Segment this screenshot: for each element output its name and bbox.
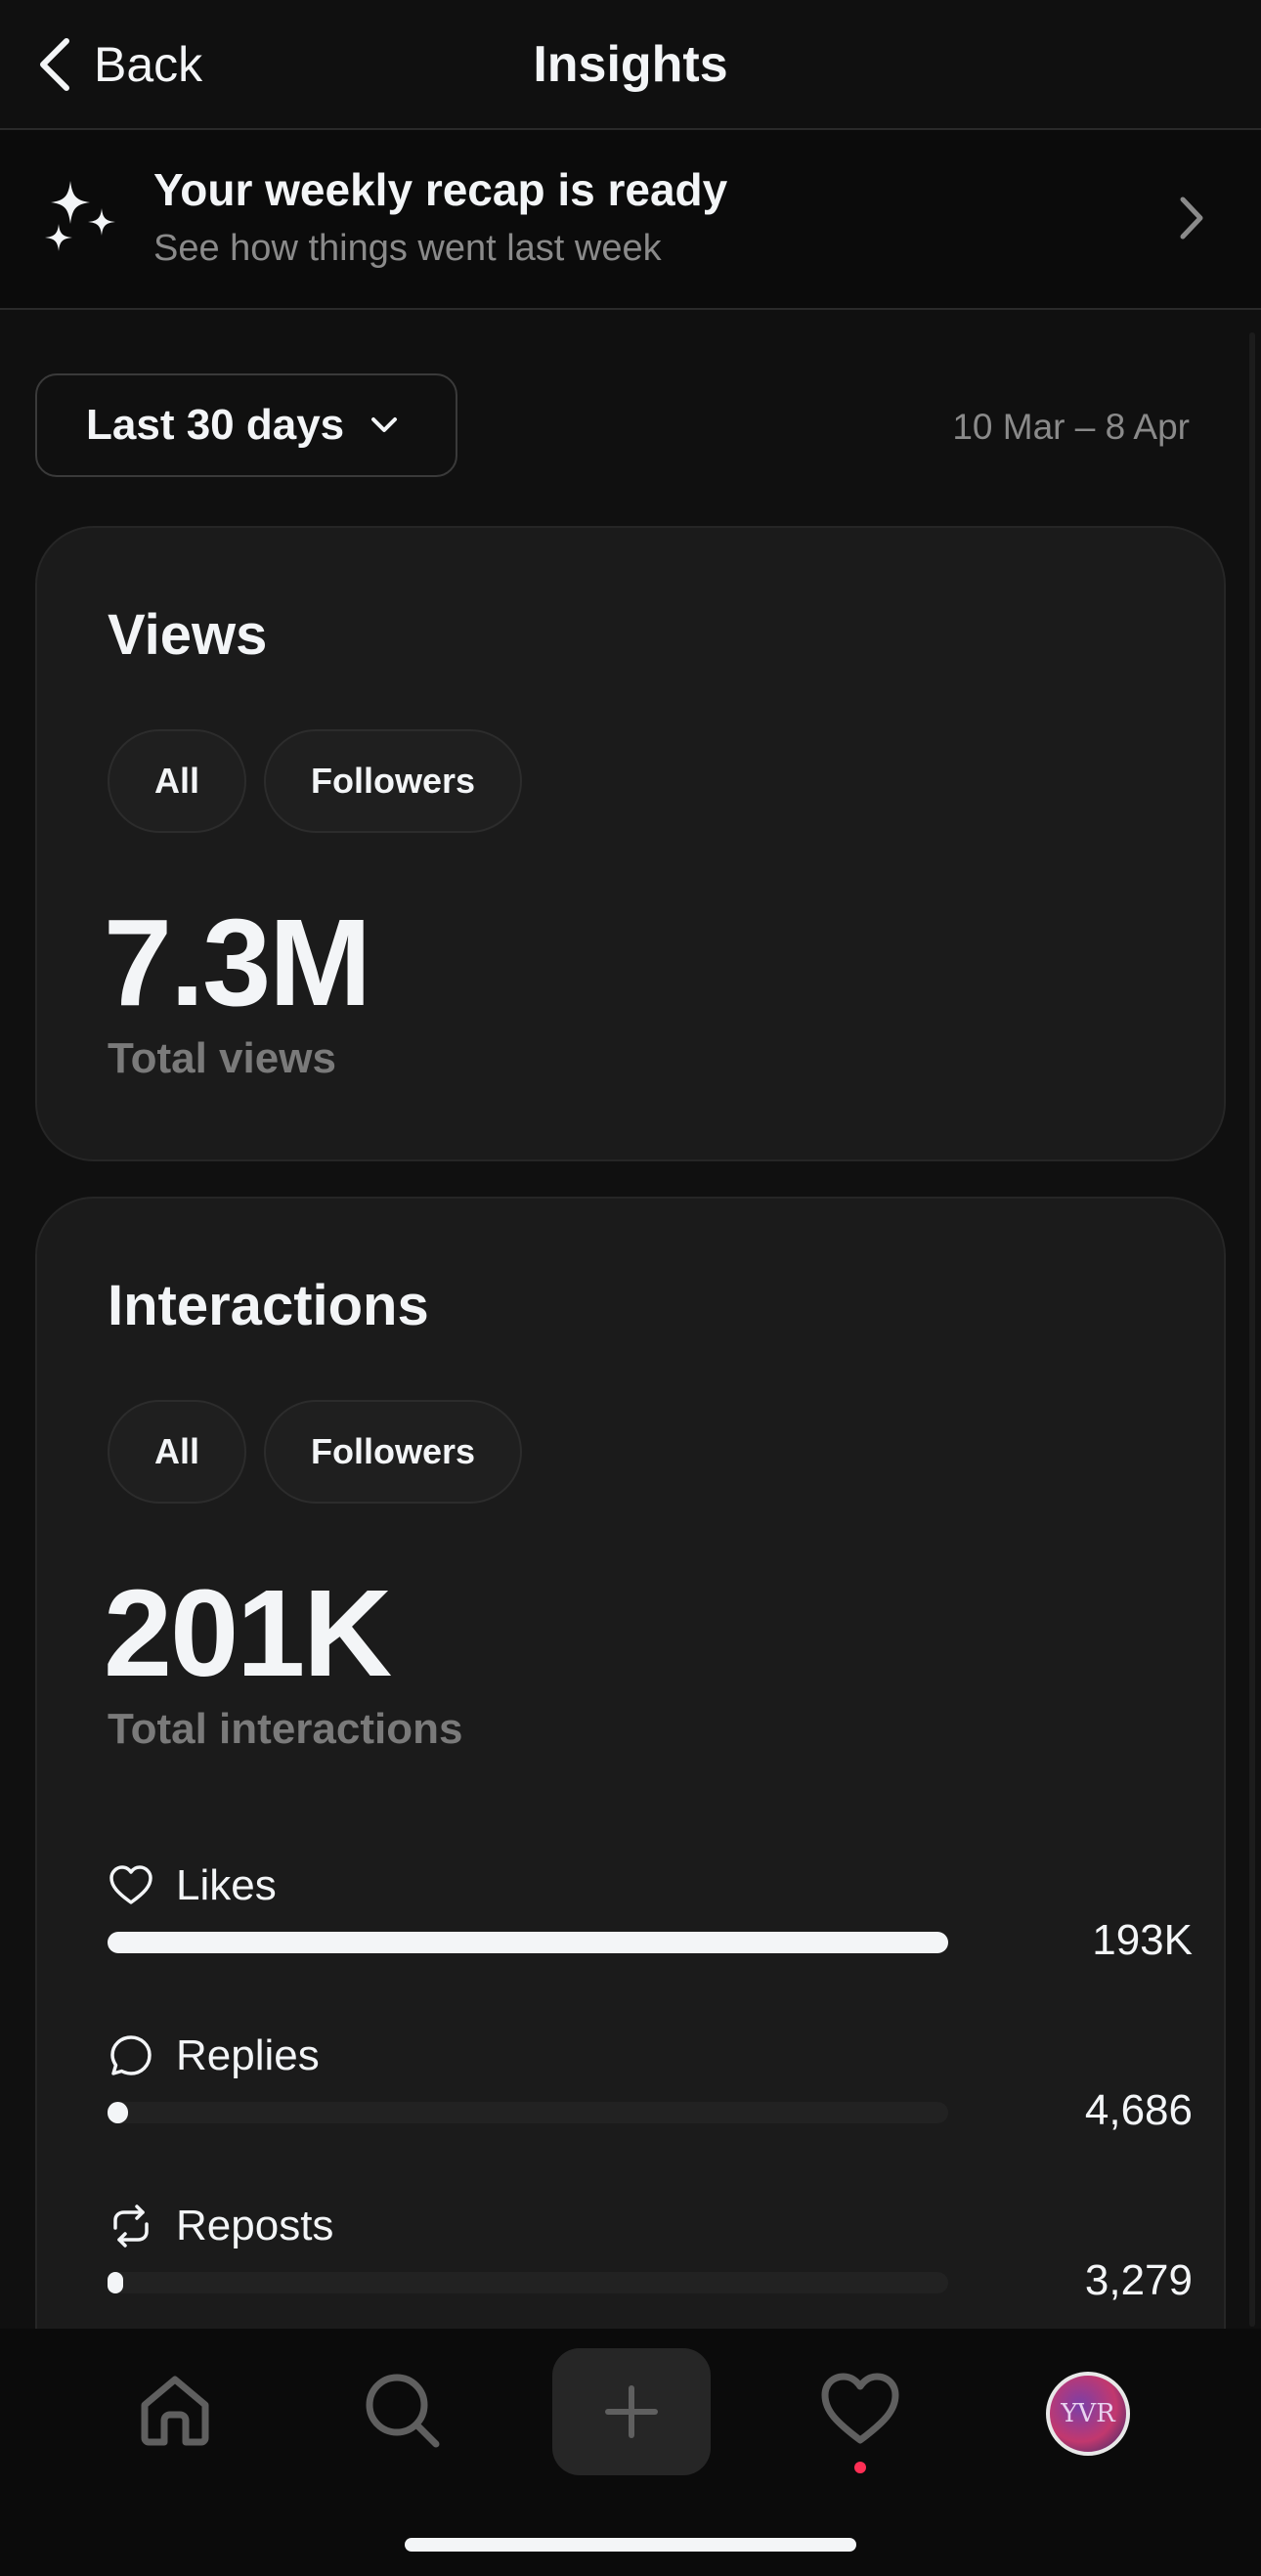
nav-search[interactable] [362,2370,442,2450]
profile-avatar[interactable]: YVR [1046,2372,1130,2456]
sparkles-icon [45,181,115,251]
search-icon [366,2374,440,2448]
total-interactions-label: Total interactions [108,1705,463,1753]
nav-home[interactable] [135,2370,215,2450]
views-card: Views All Followers 7.3M Total views [35,526,1226,1161]
metric-reposts: Reposts 3,279 [108,2202,1193,2348]
views-title: Views [108,603,268,667]
progress-track [108,2102,948,2123]
date-range-text: 10 Mar – 8 Apr [952,407,1190,447]
progress-track [108,1932,948,1953]
recap-title: Your weekly recap is ready [153,164,728,215]
create-post-button[interactable] [552,2348,711,2475]
interactions-card: Interactions All Followers 201K Total in… [35,1197,1226,2467]
heart-icon [109,1865,152,1904]
views-tab-followers[interactable]: Followers [264,729,523,833]
comment-icon [110,2035,152,2075]
repost-icon [113,2205,149,2248]
progress-fill [108,2102,128,2123]
progress-fill [108,2272,123,2293]
weekly-recap-banner[interactable]: Your weekly recap is ready See how thing… [0,130,1261,310]
notification-dot [854,2462,866,2473]
recap-subtitle: See how things went last week [153,228,662,269]
nav-activity[interactable] [819,2368,901,2450]
interactions-tab-followers[interactable]: Followers [264,1400,523,1504]
progress-track [108,2272,948,2293]
interactions-audience-tabs: All Followers [108,1400,523,1504]
interactions-title: Interactions [108,1274,429,1337]
metric-likes: Likes 193K [108,1861,1193,2008]
range-label: Last 30 days [86,401,345,449]
page-title: Insights [533,36,728,93]
metric-replies: Replies 4,686 [108,2031,1193,2178]
total-interactions-value: 201K [104,1564,392,1702]
chevron-down-icon [371,417,398,432]
date-range-dropdown[interactable]: Last 30 days [35,373,457,477]
total-views-value: 7.3M [104,894,371,1031]
metric-label: Reposts [176,2202,334,2249]
metric-value: 4,686 [1084,2086,1193,2134]
progress-fill [108,1932,948,1953]
chevron-right-icon [1180,196,1203,240]
top-bar: Back Insights [0,0,1261,130]
total-views-label: Total views [108,1034,336,1082]
scrollbar[interactable] [1249,332,1255,2327]
interactions-tab-all[interactable]: All [108,1400,247,1504]
views-audience-tabs: All Followers [108,729,523,833]
home-indicator [405,2538,856,2552]
metric-label: Likes [176,1861,277,1909]
plus-icon [605,2385,658,2438]
metric-label: Replies [176,2031,320,2079]
views-tab-all[interactable]: All [108,729,247,833]
metric-value: 3,279 [1084,2256,1193,2304]
metric-value: 193K [1092,1916,1193,1964]
heart-icon [821,2373,899,2444]
home-icon [141,2376,209,2446]
